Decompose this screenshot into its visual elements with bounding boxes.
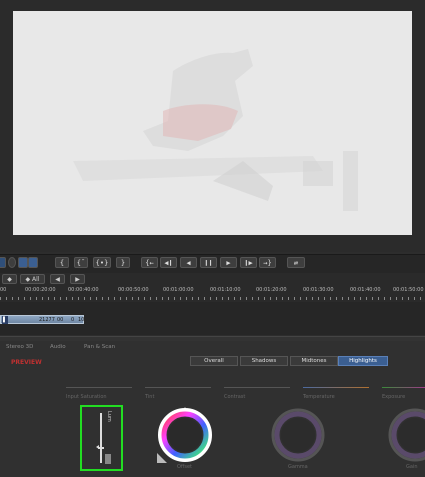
viewer-panel bbox=[0, 0, 425, 252]
clip-frame-count: 21277 bbox=[39, 317, 55, 323]
timeline-menu-button[interactable]: ◆ bbox=[2, 274, 17, 284]
step-forward-button[interactable]: ❙▶ bbox=[240, 257, 257, 268]
tint-label: Tint bbox=[145, 394, 155, 400]
offset-color-wheel[interactable] bbox=[155, 405, 215, 465]
video-frame-image bbox=[13, 11, 412, 235]
loop-button[interactable]: ⇄ bbox=[287, 257, 305, 268]
clip-mid-label: 00 bbox=[57, 317, 64, 323]
clip-right-a: 0 bbox=[71, 317, 75, 323]
ruler-label: 00:01:00:00 bbox=[163, 287, 194, 293]
ruler-label: 00:00:50:00 bbox=[118, 287, 149, 293]
luminance-control[interactable]: Lum bbox=[80, 405, 123, 471]
all-button[interactable]: ◆ All bbox=[20, 274, 45, 284]
all-diamond-icon: ◆ bbox=[25, 276, 31, 283]
luminance-slider-graphic bbox=[96, 413, 111, 464]
timeline-ruler[interactable]: 00 00:00:20:00 00:00:40:00 00:00:50:00 0… bbox=[0, 286, 425, 302]
go-to-in-button[interactable]: {← bbox=[141, 257, 158, 268]
ruler-label: 00:01:10:00 bbox=[210, 287, 241, 293]
go-to-out-button[interactable]: →} bbox=[259, 257, 276, 268]
tab-stereo-3d[interactable]: Stereo 3D bbox=[6, 344, 33, 350]
exposure-slider[interactable] bbox=[382, 387, 425, 388]
exposure-label: Exposure bbox=[382, 394, 406, 400]
ruler-label: 00:01:50:00 bbox=[393, 287, 424, 293]
gamma-wheel-graphic bbox=[271, 408, 325, 462]
offset-wheel-graphic bbox=[157, 407, 212, 463]
input-saturation-slider[interactable] bbox=[66, 387, 132, 388]
ruler-label: 00:01:30:00 bbox=[303, 287, 334, 293]
ruler-label: 00:01:20:00 bbox=[256, 287, 287, 293]
ruler-label: 00 bbox=[0, 287, 7, 293]
mark-in-out-button[interactable]: {ˉ bbox=[74, 257, 88, 268]
range-midtones-button[interactable]: Midtones bbox=[290, 356, 338, 366]
play-button[interactable]: ▶ bbox=[220, 257, 237, 268]
range-shadows-button[interactable]: Shadows bbox=[240, 356, 288, 366]
gain-label: Gain bbox=[406, 464, 418, 470]
step-back-button[interactable]: ◀❙ bbox=[160, 257, 177, 268]
ruler-ticks bbox=[0, 297, 425, 300]
input-saturation-label: Input Saturation bbox=[66, 394, 107, 400]
contrast-slider[interactable] bbox=[224, 387, 290, 388]
timeline-subbar: ◆ ◆ All ◀ ▶ bbox=[0, 273, 425, 286]
gain-wheel-graphic bbox=[388, 408, 425, 462]
temperature-label: Temperature bbox=[303, 394, 335, 400]
tab-pan-scan[interactable]: Pan & Scan bbox=[84, 344, 115, 350]
clip-icon: ▌ bbox=[2, 316, 8, 324]
transport-bar: { {ˉ {•} } {← ◀❙ ◀ ❙❙ ▶ ❙▶ →} ⇄ bbox=[0, 254, 425, 273]
video-mode-button[interactable] bbox=[18, 257, 28, 268]
mark-in-button[interactable]: { bbox=[55, 257, 69, 268]
temperature-slider[interactable] bbox=[303, 387, 369, 388]
gamma-color-wheel[interactable] bbox=[268, 405, 328, 465]
timeline-clip[interactable]: ▌ 21277 00 0 10 bbox=[0, 315, 84, 324]
offset-label: Offset bbox=[177, 464, 193, 470]
mark-out-button[interactable]: } bbox=[116, 257, 130, 268]
ruler-label: 00:00:40:00 bbox=[68, 287, 99, 293]
tab-audio[interactable]: Audio bbox=[50, 344, 66, 350]
record-button[interactable] bbox=[8, 257, 16, 268]
pause-button[interactable]: ❙❙ bbox=[200, 257, 217, 268]
range-overall-button[interactable]: Overall bbox=[190, 356, 238, 366]
preview-label: PREVIEW bbox=[11, 359, 42, 366]
clip-right-b: 10 bbox=[78, 317, 85, 323]
prev-button[interactable]: ◀ bbox=[50, 274, 65, 284]
gain-color-wheel[interactable] bbox=[385, 405, 425, 465]
all-label: All bbox=[32, 276, 40, 283]
ruler-label: 00:01:40:00 bbox=[350, 287, 381, 293]
next-button[interactable]: ▶ bbox=[70, 274, 85, 284]
mode-button[interactable] bbox=[0, 257, 6, 268]
lum-label: Lum bbox=[106, 411, 112, 422]
ruler-label: 00:00:20:00 bbox=[25, 287, 56, 293]
audio-mode-button[interactable] bbox=[28, 257, 38, 268]
gamma-label: Gamma bbox=[288, 464, 308, 470]
tint-slider[interactable] bbox=[145, 387, 211, 388]
contrast-label: Contrast bbox=[224, 394, 246, 400]
video-frame[interactable] bbox=[13, 11, 412, 235]
range-highlights-button[interactable]: Highlights bbox=[338, 356, 388, 366]
play-reverse-button[interactable]: ◀ bbox=[180, 257, 197, 268]
mark-clip-button[interactable]: {•} bbox=[93, 257, 111, 268]
